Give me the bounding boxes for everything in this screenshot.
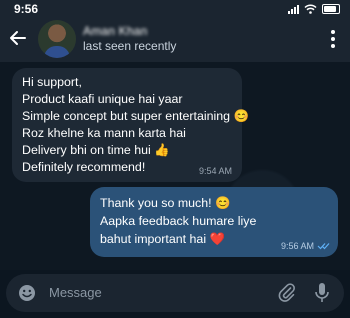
message-time: 9:54 AM — [198, 166, 232, 176]
message-list[interactable]: Hi support, Product kaafi unique hai yaa… — [0, 62, 350, 270]
message-line: Hi support, — [22, 75, 82, 89]
paperclip-icon[interactable] — [278, 283, 296, 303]
message-line: Thank you so much! 😊 — [100, 196, 231, 210]
microphone-icon[interactable] — [314, 282, 330, 304]
message-line: Simple concept but super entertaining 😊 — [22, 109, 249, 123]
double-check-icon — [317, 243, 330, 250]
emoji-icon[interactable] — [18, 284, 36, 302]
contact-name[interactable]: Aman Khan — [83, 24, 148, 38]
outgoing-message-bubble[interactable]: Thank you so much! 😊 Aapka feedback huma… — [90, 187, 338, 257]
message-line: Aapka feedback humare liye — [100, 214, 257, 228]
chat-header: Aman Khan last seen recently — [0, 18, 350, 62]
arrow-left-icon[interactable] — [8, 28, 28, 48]
status-icons — [288, 4, 340, 14]
incoming-message-bubble[interactable]: Hi support, Product kaafi unique hai yaa… — [12, 68, 249, 182]
status-bar: 9:56 — [0, 0, 350, 18]
last-seen-status: last seen recently — [83, 39, 177, 53]
avatar[interactable] — [38, 20, 76, 58]
status-time: 9:56 — [14, 2, 39, 16]
message-line: Roz khelne ka mann karta hai — [22, 126, 186, 140]
message-time: 9:56 AM — [280, 241, 314, 251]
battery-icon — [322, 4, 340, 14]
message-placeholder[interactable]: Message — [49, 285, 102, 300]
message-line: Delivery bhi on time hui 👍 — [22, 143, 170, 157]
composer-bar: Message — [0, 270, 350, 318]
signal-icon — [288, 4, 299, 14]
message-meta: 9:56 AM — [281, 241, 330, 251]
wifi-icon — [304, 4, 317, 14]
kebab-menu-icon[interactable] — [330, 30, 336, 48]
message-input[interactable]: Message — [6, 274, 344, 312]
message-line: Product kaafi unique hai yaar — [22, 92, 183, 106]
